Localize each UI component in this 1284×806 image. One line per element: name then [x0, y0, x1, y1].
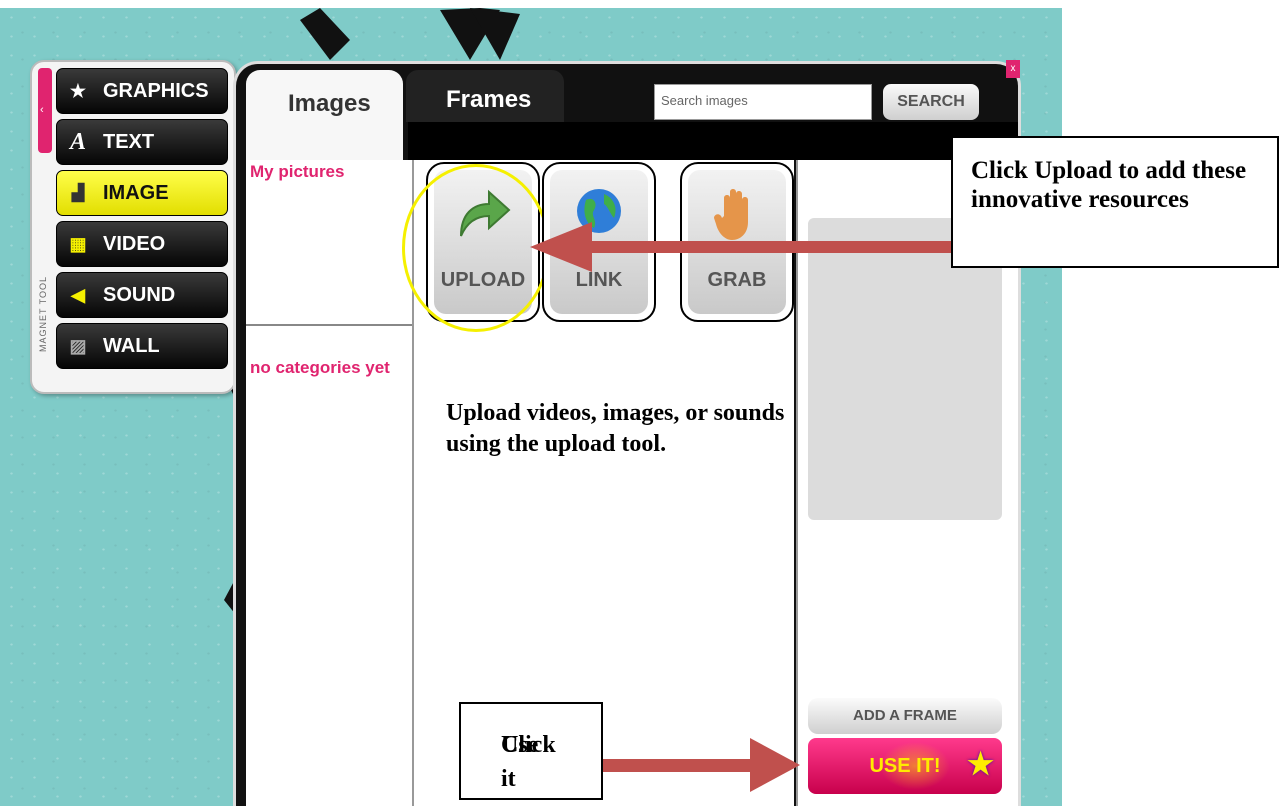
- arrow-to-use-it: [603, 738, 800, 792]
- use-it-callout: Click Use it: [459, 702, 603, 800]
- upload-callout: Click Upload to add these innovative res…: [951, 136, 1279, 268]
- annotation-arrows: [530, 222, 952, 792]
- arrow-to-upload: [530, 222, 952, 272]
